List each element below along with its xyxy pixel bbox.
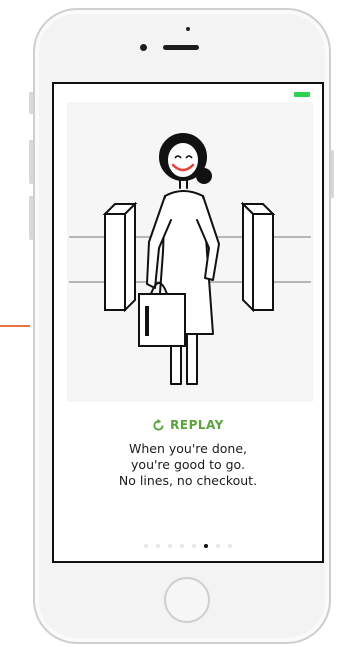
turnstile-left-icon (102, 201, 138, 313)
page-dot[interactable] (168, 544, 172, 548)
phone-screen: REPLAY When you're done, you're good to … (52, 82, 324, 563)
page-dot[interactable] (144, 544, 148, 548)
home-button[interactable] (164, 577, 210, 623)
page-dot[interactable] (156, 544, 160, 548)
replay-label: REPLAY (170, 418, 224, 432)
orange-marker-line (0, 325, 30, 327)
turnstile-right-icon (240, 201, 276, 313)
page-dot[interactable] (180, 544, 184, 548)
message-line: When you're done, (129, 441, 247, 456)
walkout-illustration (67, 102, 313, 402)
earpiece-speaker (163, 45, 199, 50)
message-line: you're good to go. (131, 457, 245, 472)
replay-button[interactable]: REPLAY (54, 418, 322, 432)
battery-icon (294, 92, 310, 97)
page-indicator (54, 544, 322, 548)
page-dot[interactable] (192, 544, 196, 548)
replay-icon (153, 418, 164, 431)
page-dot[interactable] (216, 544, 220, 548)
front-camera (140, 44, 147, 51)
page-dot[interactable] (228, 544, 232, 548)
message-line: No lines, no checkout. (118, 473, 258, 488)
sensor-dot (186, 27, 190, 31)
onboarding-message: When you're done, you're good to go. No … (54, 441, 322, 489)
page-dot-active[interactable] (204, 544, 208, 548)
